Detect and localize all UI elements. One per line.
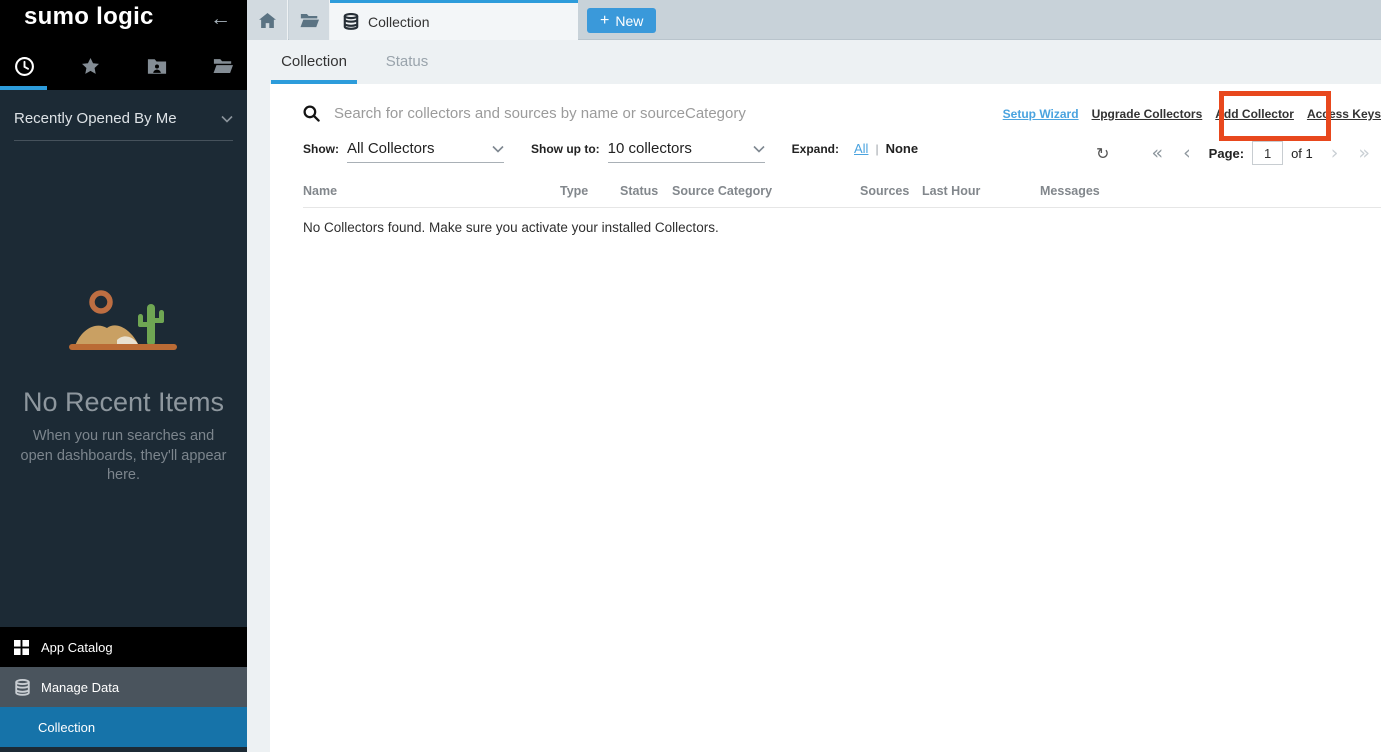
column-type: Type [560, 184, 588, 198]
column-messages: Messages [1040, 184, 1100, 198]
no-recent-items-subtitle: When you run searches and open dashboard… [16, 427, 231, 486]
tab-strip: Collection + New [247, 0, 1381, 40]
sidebar-item-manage-data[interactable]: Manage Data [0, 667, 247, 707]
column-last-hour: Last Hour [922, 184, 980, 198]
database-icon [14, 679, 32, 696]
database-icon [343, 13, 359, 30]
collapse-sidebar-icon[interactable]: ← [210, 7, 231, 31]
refresh-icon[interactable]: ↻ [1096, 144, 1109, 163]
sidebar-empty-state: No Recent Items When you run searches an… [0, 288, 247, 486]
separator: | [875, 142, 878, 156]
search-bar [303, 98, 854, 128]
tab-label: Collection [368, 14, 429, 30]
recent-items-filter-dropdown[interactable]: Recently Opened By Me [14, 110, 233, 141]
column-name: Name [303, 184, 337, 198]
last-page-icon[interactable]: » [1358, 144, 1370, 163]
chevron-down-icon [221, 115, 233, 123]
content-panel: Setup Wizard Upgrade Collectors Add Coll… [270, 84, 1381, 752]
setup-wizard-link[interactable]: Setup Wizard [1003, 107, 1079, 121]
sidebar-bottom-menu: App Catalog Manage Data Collection [0, 627, 247, 747]
column-sources: Sources [860, 184, 909, 198]
table-header-divider [303, 207, 1381, 208]
expand-label: Expand: [792, 142, 839, 156]
subtab-bar: Collection Status [247, 40, 1381, 84]
chevron-down-icon [492, 145, 504, 153]
first-page-icon[interactable]: « [1151, 144, 1163, 163]
personal-folder-icon[interactable] [145, 54, 169, 78]
sidebar-header: sumo logic ← [0, 0, 247, 90]
new-button-label: New [615, 13, 643, 29]
expand-controls: Expand: All | None [792, 141, 918, 156]
page-number-input[interactable] [1252, 141, 1283, 165]
sidebar-item-app-catalog[interactable]: App Catalog [0, 627, 247, 667]
main-area: Collection + New Collection Status Setup… [247, 0, 1381, 752]
plus-icon: + [600, 13, 609, 29]
collector-action-links: Setup Wizard Upgrade Collectors Add Coll… [1003, 107, 1381, 121]
sidebar-nav-icons [0, 54, 247, 78]
active-nav-indicator [0, 86, 47, 90]
home-tab-button[interactable] [247, 0, 288, 40]
grid-icon [14, 640, 32, 655]
show-label: Show: [303, 142, 339, 156]
desert-cactus-illustration [61, 288, 186, 360]
recent-filter-label: Recently Opened By Me [14, 110, 177, 127]
limit-value: 10 collectors [608, 140, 692, 157]
sidebar-item-label: Manage Data [41, 680, 119, 695]
empty-table-message: No Collectors found. Make sure you activ… [303, 220, 719, 235]
home-icon [259, 13, 276, 28]
add-collector-link[interactable]: Add Collector [1215, 107, 1294, 121]
sumo-logic-logo: sumo logic [24, 3, 154, 31]
next-page-icon[interactable]: › [1331, 144, 1339, 163]
sidebar-item-collection[interactable]: Collection [0, 707, 247, 747]
column-source-category: Source Category [672, 184, 772, 198]
show-filter-dropdown[interactable]: All Collectors [347, 140, 504, 163]
app-window: sumo logic ← Recently Opened By Me [0, 0, 1381, 752]
column-status: Status [620, 184, 658, 198]
chevron-down-icon [753, 145, 765, 153]
access-keys-link[interactable]: Access Keys [1307, 107, 1381, 121]
expand-all-link[interactable]: All [854, 141, 868, 156]
sidebar: sumo logic ← Recently Opened By Me [0, 0, 247, 752]
search-icon [303, 105, 320, 122]
sidebar-item-label: App Catalog [41, 640, 113, 655]
tab-collection[interactable]: Collection [330, 0, 578, 40]
open-folder-icon [300, 13, 319, 28]
page-total: of 1 [1291, 146, 1313, 161]
subtab-status[interactable]: Status [377, 40, 437, 84]
search-input[interactable] [334, 105, 854, 122]
collector-table-header: Name Type Status Source Category Sources… [270, 184, 1381, 206]
subtab-collection[interactable]: Collection [271, 40, 357, 84]
expand-none-link[interactable]: None [886, 141, 919, 156]
show-up-to-label: Show up to: [531, 142, 600, 156]
favorites-star-icon[interactable] [78, 54, 102, 78]
recents-clock-icon[interactable] [12, 54, 36, 78]
no-recent-items-title: No Recent Items [0, 387, 247, 418]
sidebar-item-label: Collection [38, 720, 95, 735]
library-folder-icon[interactable] [211, 54, 235, 78]
library-tab-button[interactable] [289, 0, 330, 40]
page-label: Page: [1209, 146, 1244, 161]
prev-page-icon[interactable]: ‹ [1183, 144, 1191, 163]
upgrade-collectors-link[interactable]: Upgrade Collectors [1092, 107, 1203, 121]
show-filter-value: All Collectors [347, 140, 435, 157]
limit-dropdown[interactable]: 10 collectors [608, 140, 765, 163]
new-tab-button[interactable]: + New [587, 8, 656, 33]
pagination-controls: ↻ « ‹ Page: of 1 › » [1096, 140, 1370, 166]
